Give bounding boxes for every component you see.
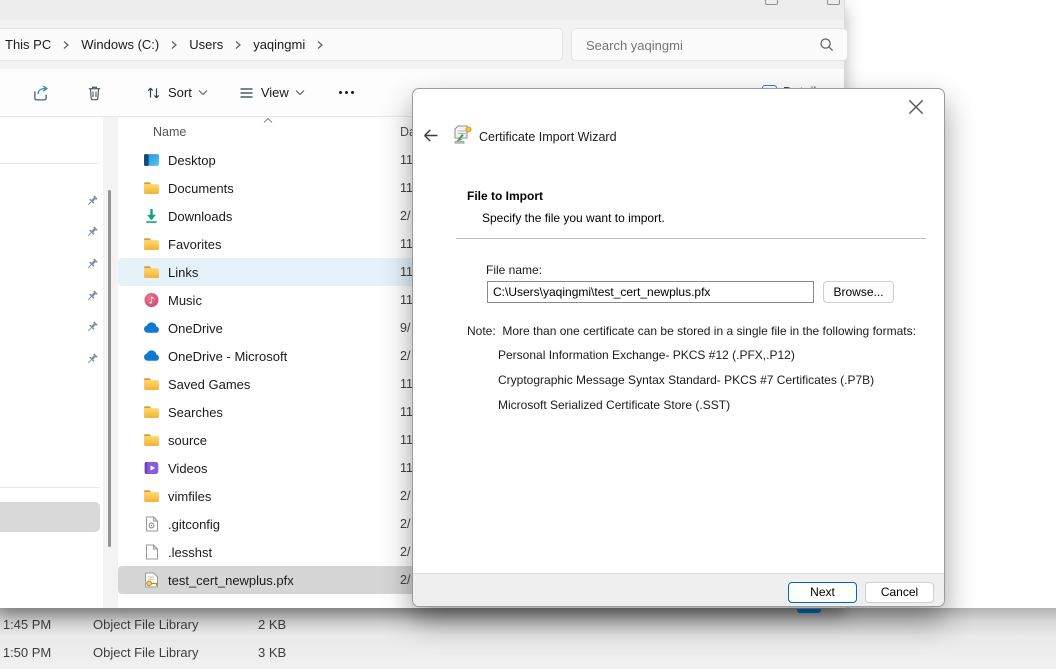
file-type: Object File Library — [93, 645, 198, 660]
folder-icon — [143, 376, 160, 392]
breadcrumb: This PC Windows (C:) Users yaqingmi — [0, 28, 563, 61]
share-icon — [31, 84, 50, 102]
file-type: Object File Library — [93, 617, 198, 632]
pin-icon[interactable] — [86, 353, 98, 365]
folder-icon — [143, 180, 160, 196]
chevron-right-icon — [316, 40, 324, 50]
back-icon[interactable] — [422, 128, 439, 143]
close-icon[interactable] — [827, 0, 840, 5]
maximize-icon[interactable] — [765, 0, 778, 5]
format-item: Personal Information Exchange- PKCS #12 … — [498, 348, 795, 362]
divider — [456, 238, 926, 239]
pin-icon[interactable] — [86, 226, 98, 238]
chevron-right-icon — [234, 40, 242, 50]
share-button[interactable] — [24, 78, 57, 108]
download-icon — [143, 208, 160, 224]
file-gear-icon — [143, 516, 160, 532]
hidden-window-fragment — [797, 609, 821, 613]
folder-icon — [143, 432, 160, 448]
folder-icon — [143, 264, 160, 280]
view-button[interactable]: View — [231, 79, 312, 107]
desktop-icon — [143, 152, 160, 168]
browse-button[interactable]: Browse... — [823, 281, 894, 303]
chevron-down-icon — [198, 89, 208, 96]
file-icon — [143, 544, 160, 560]
background-window: 5 1:45 PM Object File Library 2 KB 5 1:5… — [0, 608, 1056, 669]
breadcrumb-users[interactable]: Users — [183, 34, 229, 55]
sort-button[interactable]: Sort — [138, 79, 215, 107]
certificate-import-wizard-dialog: Certificate Import Wizard File to Import… — [412, 88, 945, 607]
file-name-input[interactable] — [487, 281, 814, 303]
close-icon[interactable] — [908, 99, 924, 115]
pin-icon[interactable] — [86, 321, 98, 333]
column-header-name[interactable]: Name — [153, 125, 186, 139]
file-size: 3 KB — [258, 645, 286, 660]
note-text: Note: More than one certificate can be s… — [467, 324, 916, 338]
dialog-footer: Next Cancel — [413, 573, 944, 607]
breadcrumb-windows-c[interactable]: Windows (C:) — [75, 34, 165, 55]
section-subheading: Specify the file you want to import. — [482, 211, 665, 225]
certificate-wizard-icon — [453, 125, 473, 144]
chevron-right-icon — [170, 40, 178, 50]
onedrive-cloud-icon — [143, 348, 160, 364]
section-heading: File to Import — [467, 189, 543, 203]
sidebar-item-selected[interactable] — [0, 502, 100, 532]
file-modified-time: 5 1:50 PM — [0, 645, 51, 660]
onedrive-cloud-icon — [143, 320, 160, 336]
file-size: 2 KB — [258, 617, 286, 632]
delete-icon — [86, 84, 103, 102]
breadcrumb-this-pc[interactable]: This PC — [0, 34, 57, 55]
format-item: Cryptographic Message Syntax Standard- P… — [498, 373, 874, 387]
table-row[interactable]: 5 1:45 PM Object File Library 2 KB — [0, 614, 500, 636]
search-input[interactable] — [586, 35, 806, 55]
sort-label: Sort — [168, 85, 192, 100]
delete-button[interactable] — [79, 78, 110, 108]
search-icon — [819, 37, 835, 53]
address-bar-row: This PC Windows (C:) Users yaqingmi — [0, 20, 844, 69]
view-label: View — [261, 85, 289, 100]
pin-icon[interactable] — [86, 195, 98, 207]
more-button[interactable] — [332, 85, 361, 100]
breadcrumb-yaqingmi[interactable]: yaqingmi — [247, 34, 311, 55]
sort-ascending-caret-icon[interactable] — [263, 117, 273, 124]
sort-icon — [145, 85, 162, 101]
videos-icon — [143, 460, 160, 476]
divider — [0, 487, 100, 488]
table-row[interactable]: 5 1:50 PM Object File Library 3 KB — [0, 642, 500, 664]
cancel-button[interactable]: Cancel — [865, 582, 934, 603]
scrollbar-track[interactable] — [103, 117, 118, 608]
music-icon — [143, 292, 160, 308]
chevron-right-icon — [62, 40, 70, 50]
title-bar — [0, 0, 844, 20]
dialog-title: Certificate Import Wizard — [479, 130, 617, 144]
file-modified-time: 5 1:45 PM — [0, 617, 51, 632]
navigation-pane — [0, 117, 103, 608]
format-item: Microsoft Serialized Certificate Store (… — [498, 398, 730, 412]
next-button[interactable]: Next — [788, 582, 857, 603]
folder-icon — [143, 404, 160, 420]
scrollbar-thumb[interactable] — [108, 190, 111, 547]
divider — [0, 163, 100, 164]
folder-icon — [143, 488, 160, 504]
file-name-label: File name: — [486, 263, 542, 277]
more-icon — [339, 91, 354, 94]
pin-icon[interactable] — [86, 258, 98, 270]
chevron-down-icon — [295, 89, 305, 96]
folder-icon — [143, 236, 160, 252]
search-box[interactable] — [571, 28, 848, 61]
pin-icon[interactable] — [86, 290, 98, 302]
view-icon — [238, 85, 255, 101]
certificate-file-icon — [143, 572, 160, 588]
